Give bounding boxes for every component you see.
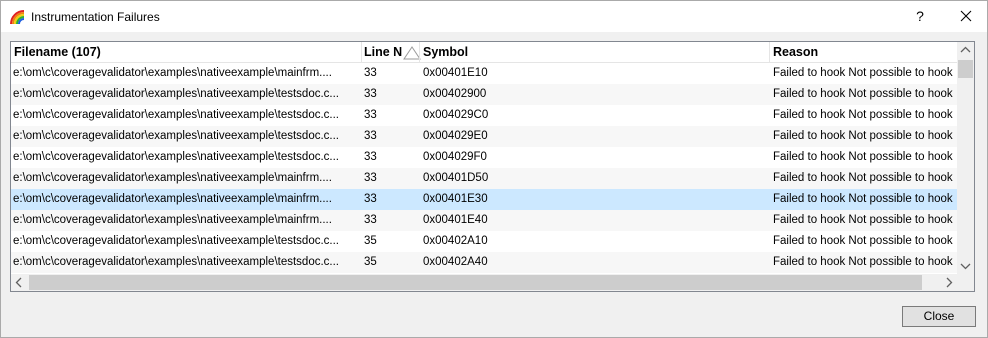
scroll-left-arrow-icon[interactable] — [11, 274, 28, 291]
cell-reason: Failed to hook Not possible to hook — [773, 109, 953, 121]
cell-symbol: 0x00402A10 — [423, 235, 488, 247]
title-bar[interactable]: Instrumentation Failures ? — [1, 1, 987, 32]
cell-reason: Failed to hook Not possible to hook — [773, 151, 953, 163]
cell-reason: Failed to hook Not possible to hook — [773, 130, 953, 142]
table-row[interactable]: e:\om\c\coveragevalidator\examples\nativ… — [11, 147, 957, 168]
cell-reason: Failed to hook Not possible to hook — [773, 235, 953, 247]
scroll-down-arrow-icon[interactable] — [957, 257, 974, 274]
cell-symbol: 0x00402900 — [423, 88, 487, 100]
cell-line: 33 — [364, 67, 377, 79]
cell-filename: e:\om\c\coveragevalidator\examples\nativ… — [13, 151, 339, 163]
close-icon[interactable] — [946, 1, 986, 32]
horizontal-scroll-thumb[interactable] — [29, 275, 922, 290]
app-rainbow-icon — [10, 10, 25, 25]
cell-reason: Failed to hook Not possible to hook — [773, 214, 953, 226]
cell-filename: e:\om\c\coveragevalidator\examples\nativ… — [13, 109, 339, 121]
cell-filename: e:\om\c\coveragevalidator\examples\nativ… — [13, 130, 339, 142]
scroll-up-arrow-icon[interactable] — [957, 42, 974, 59]
cell-line: 35 — [364, 235, 377, 247]
cell-symbol: 0x00401D50 — [423, 172, 489, 184]
cell-reason: Failed to hook Not possible to hook — [773, 88, 953, 100]
table-row[interactable]: e:\om\c\coveragevalidator\examples\nativ… — [11, 105, 957, 126]
cell-line: 33 — [364, 88, 377, 100]
instrumentation-failures-dialog: Instrumentation Failures ? Filename (107… — [0, 0, 988, 338]
cell-filename: e:\om\c\coveragevalidator\examples\nativ… — [13, 235, 339, 247]
cell-filename: e:\om\c\coveragevalidator\examples\nativ… — [13, 193, 332, 205]
column-header-reason[interactable]: Reason — [770, 42, 957, 63]
table-row[interactable]: e:\om\c\coveragevalidator\examples\nativ… — [11, 168, 957, 189]
table-row[interactable]: e:\om\c\coveragevalidator\examples\nativ… — [11, 189, 957, 210]
vertical-scrollbar[interactable] — [957, 42, 974, 274]
scrollbar-corner — [957, 274, 974, 291]
cell-reason: Failed to hook Not possible to hook — [773, 256, 953, 268]
cell-symbol: 0x004029F0 — [423, 151, 487, 163]
table-row[interactable]: e:\om\c\coveragevalidator\examples\nativ… — [11, 231, 957, 252]
help-button[interactable]: ? — [906, 1, 934, 32]
close-button[interactable]: Close — [902, 306, 976, 327]
list-header: Filename (107) Line N Symbol Reason — [11, 42, 957, 63]
window-title: Instrumentation Failures — [31, 10, 160, 24]
failures-list[interactable]: Filename (107) Line N Symbol Reason e:\o… — [10, 41, 975, 292]
cell-filename: e:\om\c\coveragevalidator\examples\nativ… — [13, 256, 339, 268]
vertical-scroll-thumb[interactable] — [958, 60, 973, 78]
cell-line: 33 — [364, 214, 377, 226]
cell-filename: e:\om\c\coveragevalidator\examples\nativ… — [13, 214, 332, 226]
cell-symbol: 0x00401E30 — [423, 193, 488, 205]
table-row[interactable]: e:\om\c\coveragevalidator\examples\nativ… — [11, 126, 957, 147]
cell-reason: Failed to hook Not possible to hook — [773, 193, 953, 205]
table-row[interactable]: e:\om\c\coveragevalidator\examples\nativ… — [11, 63, 957, 84]
cell-reason: Failed to hook Not possible to hook — [773, 172, 953, 184]
cell-line: 33 — [364, 193, 377, 205]
cell-line: 33 — [364, 130, 377, 142]
column-header-filename[interactable]: Filename (107) — [11, 42, 361, 63]
column-header-symbol[interactable]: Symbol — [419, 42, 769, 63]
cell-symbol: 0x004029C0 — [423, 109, 489, 121]
cell-line: 33 — [364, 172, 377, 184]
table-row[interactable]: e:\om\c\coveragevalidator\examples\nativ… — [11, 252, 957, 273]
cell-line: 33 — [364, 151, 377, 163]
cell-symbol: 0x004029E0 — [423, 130, 488, 142]
table-row[interactable]: e:\om\c\coveragevalidator\examples\nativ… — [11, 84, 957, 105]
cell-symbol: 0x00401E10 — [423, 67, 488, 79]
horizontal-scrollbar[interactable] — [11, 274, 957, 291]
cell-filename: e:\om\c\coveragevalidator\examples\nativ… — [13, 88, 339, 100]
cell-line: 33 — [364, 109, 377, 121]
scroll-right-arrow-icon[interactable] — [940, 274, 957, 291]
cell-reason: Failed to hook Not possible to hook — [773, 67, 953, 79]
cell-filename: e:\om\c\coveragevalidator\examples\nativ… — [13, 172, 332, 184]
cell-filename: e:\om\c\coveragevalidator\examples\nativ… — [13, 67, 332, 79]
cell-line: 35 — [364, 256, 377, 268]
table-row[interactable]: e:\om\c\coveragevalidator\examples\nativ… — [11, 210, 957, 231]
cell-symbol: 0x00401E40 — [423, 214, 488, 226]
cell-symbol: 0x00402A40 — [423, 256, 488, 268]
